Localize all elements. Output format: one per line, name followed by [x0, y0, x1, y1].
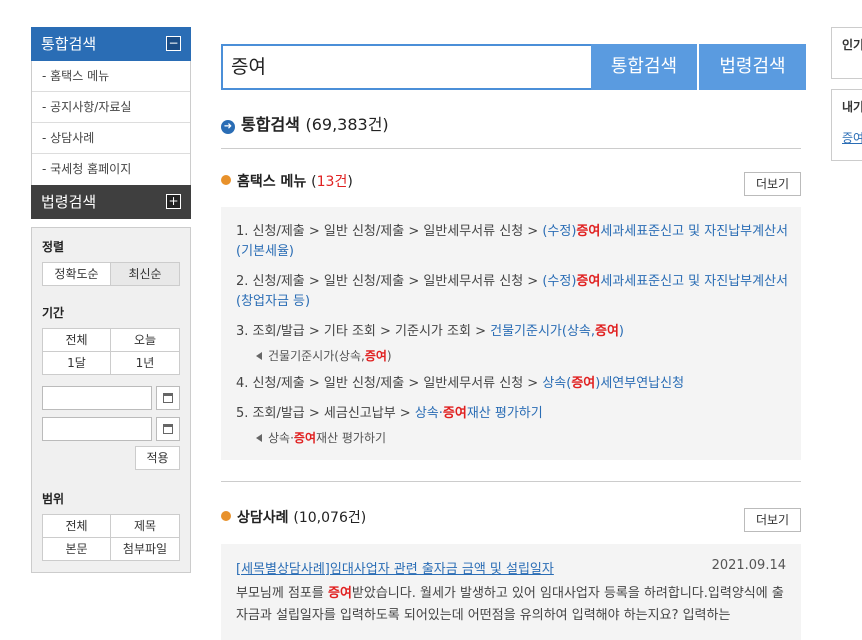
list-item: 2. 신청/제출 > 일반 신청/제출 > 일반세무서류 신청 > (수정)증여… [236, 272, 791, 312]
highlight: 증여 [576, 224, 601, 239]
range-attachment-button[interactable]: 첨부파일 [110, 537, 180, 561]
highlight: 증여 [364, 349, 387, 363]
link-pre: (수정) [542, 224, 577, 239]
consult-count: (10,076건) [293, 510, 367, 526]
sort-label: 정렬 [42, 240, 65, 254]
speaker-icon [256, 352, 262, 360]
my-keywords-label: 내기 [842, 100, 862, 114]
sub-pre: 상속· [268, 431, 294, 445]
list-item: 3. 조회/발급 > 기타 조회 > 기준시가 조회 > 건물기준시가(상속,증… [236, 322, 791, 342]
bullet-icon [221, 511, 231, 521]
period-label: 기간 [42, 306, 65, 320]
result-link[interactable]: 상속(증여)세연부연납신청 [542, 376, 684, 391]
hometax-count: (13건) [311, 174, 353, 190]
sub-list-item[interactable]: 건물기준시가(상속,증여) [256, 347, 392, 364]
sidebar-integrated-search-header[interactable]: 통합검색 − [31, 27, 191, 61]
sidebar-menu: - 홈택스 메뉴 - 공지사항/자료실 - 상담사례 - 국세청 홈페이지 [31, 61, 191, 185]
link-post: )세연부연납신청 [595, 376, 685, 391]
arrow-right-icon: ➜ [221, 120, 235, 134]
range-title-button[interactable]: 제목 [110, 514, 180, 538]
sidebar-item-notice[interactable]: - 공지사항/자료실 [32, 92, 190, 123]
item-path: 4. 신청/제출 > 일반 신청/제출 > 일반세무서류 신청 > [236, 376, 539, 391]
item-path: 5. 조회/발급 > 세금신고납부 > [236, 406, 411, 421]
link-pre: (수정) [542, 274, 577, 289]
link-pre: 상속· [414, 406, 443, 421]
list-item: 4. 신청/제출 > 일반 신청/제출 > 일반세무서류 신청 > 상속(증여)… [236, 374, 791, 394]
case-title-link[interactable]: [세목별상담사례]임대사업자 관련 출자금 금액 및 설립일자 [236, 558, 554, 577]
collapse-icon[interactable]: − [166, 36, 181, 51]
hometax-results-box: 1. 신청/제출 > 일반 신청/제출 > 일반세무서류 신청 > (수정)증여… [221, 207, 801, 460]
my-keyword-link[interactable]: 증여 [842, 129, 862, 146]
end-date-input[interactable] [42, 417, 152, 441]
popular-keywords-box: 인기 [831, 27, 862, 79]
hometax-count-value: 13건 [316, 174, 348, 190]
period-all-button[interactable]: 전체 [42, 328, 111, 352]
range-label: 범위 [42, 492, 65, 506]
sub-pre: 건물기준시가(상속, [268, 349, 365, 363]
calendar-icon[interactable] [156, 417, 180, 441]
popular-keywords-label: 인기 [842, 38, 862, 52]
results-count: (69,383건) [305, 115, 389, 134]
search-input[interactable]: 증여 [221, 44, 593, 90]
calendar-icon[interactable] [156, 386, 180, 410]
sidebar-item-nts-home[interactable]: - 국세청 홈페이지 [32, 154, 190, 185]
snippet-pre: 부모님께 점포를 [236, 586, 328, 601]
sidebar-item-hometax[interactable]: - 홈택스 메뉴 [32, 61, 190, 92]
highlight: 증여 [576, 274, 601, 289]
expand-icon[interactable]: + [166, 194, 181, 209]
sub-post: ) [386, 349, 392, 363]
list-item: 5. 조회/발급 > 세금신고납부 > 상속·증여재산 평가하기 [236, 404, 791, 424]
range-all-button[interactable]: 전체 [42, 514, 111, 538]
period-month-button[interactable]: 1달 [42, 351, 111, 375]
results-title: 통합검색 [241, 115, 300, 134]
highlight: 증여 [442, 406, 467, 421]
apply-button[interactable]: 적용 [135, 446, 180, 470]
highlight: 증여 [571, 376, 596, 391]
result-link[interactable]: 상속·증여재산 평가하기 [415, 406, 543, 421]
divider [221, 148, 801, 149]
sub-post: 재산 평가하기 [316, 431, 387, 445]
sidebar-integrated-search-label: 통합검색 [41, 35, 97, 53]
highlight: 증여 [293, 431, 316, 445]
my-keywords-box: 내기 증여 [831, 89, 862, 161]
divider [221, 481, 801, 482]
item-path: 2. 신청/제출 > 일반 신청/제출 > 일반세무서류 신청 > [236, 274, 539, 289]
search-filter-panel: 정렬 정확도순 최신순 기간 전체 오늘 1달 1년 적용 범위 전체 제목 본… [31, 227, 191, 573]
sub-list-item[interactable]: 상속·증여재산 평가하기 [256, 429, 386, 446]
item-path: 1. 신청/제출 > 일반 신청/제출 > 일반세무서류 신청 > [236, 224, 539, 239]
consult-more-button[interactable]: 더보기 [744, 508, 801, 532]
highlight: 증여 [595, 324, 619, 339]
link-pre: 건물기준시가(상속, [490, 324, 595, 339]
consult-section-title: 상담사례 (10,076건) [221, 507, 366, 527]
link-post: ) [618, 324, 624, 339]
speaker-icon [256, 434, 262, 442]
result-link[interactable]: 건물기준시가(상속,증여) [490, 324, 624, 339]
range-body-button[interactable]: 본문 [42, 537, 111, 561]
sort-latest-button[interactable]: 최신순 [110, 262, 180, 286]
highlight: 증여 [328, 586, 352, 601]
period-today-button[interactable]: 오늘 [110, 328, 180, 352]
hometax-title: 홈택스 메뉴 [237, 174, 307, 190]
link-pre: 상속( [542, 376, 572, 391]
case-date: 2021.09.14 [711, 558, 786, 573]
list-item: 1. 신청/제출 > 일반 신청/제출 > 일반세무서류 신청 > (수정)증여… [236, 222, 791, 262]
consult-results-box: [세목별상담사례]임대사업자 관련 출자금 금액 및 설립일자 2021.09.… [221, 544, 801, 640]
hometax-section-title: 홈택스 메뉴 (13건) [221, 171, 353, 191]
period-year-button[interactable]: 1년 [110, 351, 180, 375]
start-date-input[interactable] [42, 386, 152, 410]
consult-title: 상담사례 [237, 510, 289, 526]
hometax-count-close: ) [347, 174, 353, 190]
case-snippet: 부모님께 점포를 증여받았습니다. 월세가 발생하고 있어 임대사업자 등록을 … [236, 583, 791, 627]
integrated-search-button[interactable]: 통합검색 [591, 44, 697, 90]
link-post: 재산 평가하기 [466, 406, 543, 421]
bullet-icon [221, 175, 231, 185]
sort-accuracy-button[interactable]: 정확도순 [42, 262, 111, 286]
sidebar-law-search-label: 법령검색 [41, 193, 97, 211]
sidebar-law-search-header[interactable]: 법령검색 + [31, 185, 191, 219]
item-path: 3. 조회/발급 > 기타 조회 > 기준시가 조회 > [236, 324, 486, 339]
results-heading: ➜ 통합검색 (69,383건) [221, 111, 389, 135]
law-search-button[interactable]: 법령검색 [699, 44, 806, 90]
sidebar-item-consult[interactable]: - 상담사례 [32, 123, 190, 154]
hometax-more-button[interactable]: 더보기 [744, 172, 801, 196]
